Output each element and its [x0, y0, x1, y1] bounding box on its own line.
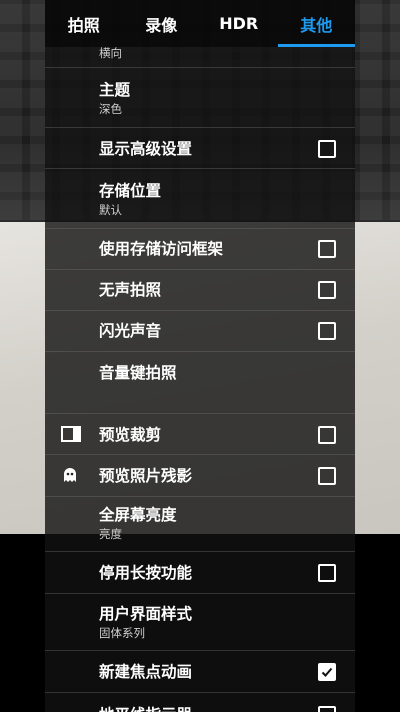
crop-frame-icon	[61, 426, 81, 442]
setting-flash-sound-title: 闪光声音	[99, 322, 162, 340]
setting-preview-crop-checkbox[interactable]	[318, 426, 336, 444]
tab-photo[interactable]: 拍照	[45, 0, 123, 47]
ghost-icon	[64, 468, 76, 482]
setting-ghost-image-checkbox[interactable]	[318, 467, 336, 485]
settings-tab-bar: 拍照 录像 HDR 其他	[45, 0, 355, 47]
setting-theme[interactable]: 主题 深色	[45, 68, 355, 128]
tab-hdr[interactable]: HDR	[200, 0, 278, 47]
tab-video[interactable]: 录像	[123, 0, 201, 47]
setting-full-brightness-title: 全屏幕亮度	[99, 506, 177, 524]
setting-theme-value: 深色	[99, 102, 122, 116]
setting-storage-location-value: 默认	[99, 203, 122, 217]
setting-partial-row-title: 地平线指示器	[99, 703, 192, 712]
setting-flash-sound[interactable]: 闪光声音	[45, 311, 355, 352]
setting-show-advanced[interactable]: 显示高级设置	[45, 128, 355, 169]
setting-silent-photo-checkbox[interactable]	[318, 281, 336, 299]
setting-silent-photo-title: 无声拍照	[99, 281, 162, 299]
setting-storage-access-framework[interactable]: 使用存储访问框架	[45, 229, 355, 270]
setting-orientation[interactable]: 横向	[45, 47, 355, 68]
setting-storage-location[interactable]: 存储位置 默认	[45, 169, 355, 229]
setting-preview-crop[interactable]: 预览裁剪	[45, 414, 355, 455]
setting-focus-animation[interactable]: 新建焦点动画	[45, 651, 355, 693]
setting-partial-row-checkbox[interactable]	[318, 706, 336, 712]
setting-show-advanced-checkbox[interactable]	[318, 140, 336, 158]
setting-show-advanced-title: 显示高级设置	[99, 140, 193, 158]
setting-full-brightness-value: 亮度	[99, 527, 122, 541]
setting-storage-location-title: 存储位置	[99, 182, 162, 200]
setting-ghost-image[interactable]: 预览照片残影	[45, 455, 355, 497]
setting-storage-access-framework-title: 使用存储访问框架	[99, 240, 224, 258]
setting-flash-sound-checkbox[interactable]	[318, 322, 336, 340]
setting-silent-photo[interactable]: 无声拍照	[45, 270, 355, 311]
setting-ui-style-title: 用户界面样式	[99, 605, 193, 623]
setting-storage-access-framework-checkbox[interactable]	[318, 240, 336, 258]
setting-disable-long-press-checkbox[interactable]	[318, 564, 336, 582]
setting-ui-style[interactable]: 用户界面样式 固体系列	[45, 594, 355, 651]
tab-other[interactable]: 其他	[277, 0, 356, 47]
setting-disable-long-press-title: 停用长按功能	[99, 564, 193, 582]
setting-preview-crop-title: 预览裁剪	[99, 426, 162, 444]
setting-ghost-image-title: 预览照片残影	[99, 467, 193, 485]
setting-volume-key[interactable]: 音量键拍照	[45, 352, 355, 414]
setting-disable-long-press[interactable]: 停用长按功能	[45, 552, 355, 594]
setting-ui-style-value: 固体系列	[99, 626, 145, 640]
setting-theme-title: 主题	[99, 81, 131, 99]
setting-focus-animation-checkbox[interactable]	[318, 663, 336, 681]
setting-orientation-value: 横向	[99, 47, 122, 60]
setting-focus-animation-title: 新建焦点动画	[99, 663, 193, 681]
setting-full-brightness[interactable]: 全屏幕亮度 亮度	[45, 497, 355, 552]
setting-volume-key-title: 音量键拍照	[99, 364, 177, 382]
settings-list[interactable]: 横向 主题 深色 显示高级设置 存储位置 默认 使用存储访问框架 无声拍照 闪光…	[45, 47, 355, 712]
checkmark-icon	[321, 667, 333, 677]
setting-partial-row[interactable]: 地平线指示器	[45, 693, 355, 712]
